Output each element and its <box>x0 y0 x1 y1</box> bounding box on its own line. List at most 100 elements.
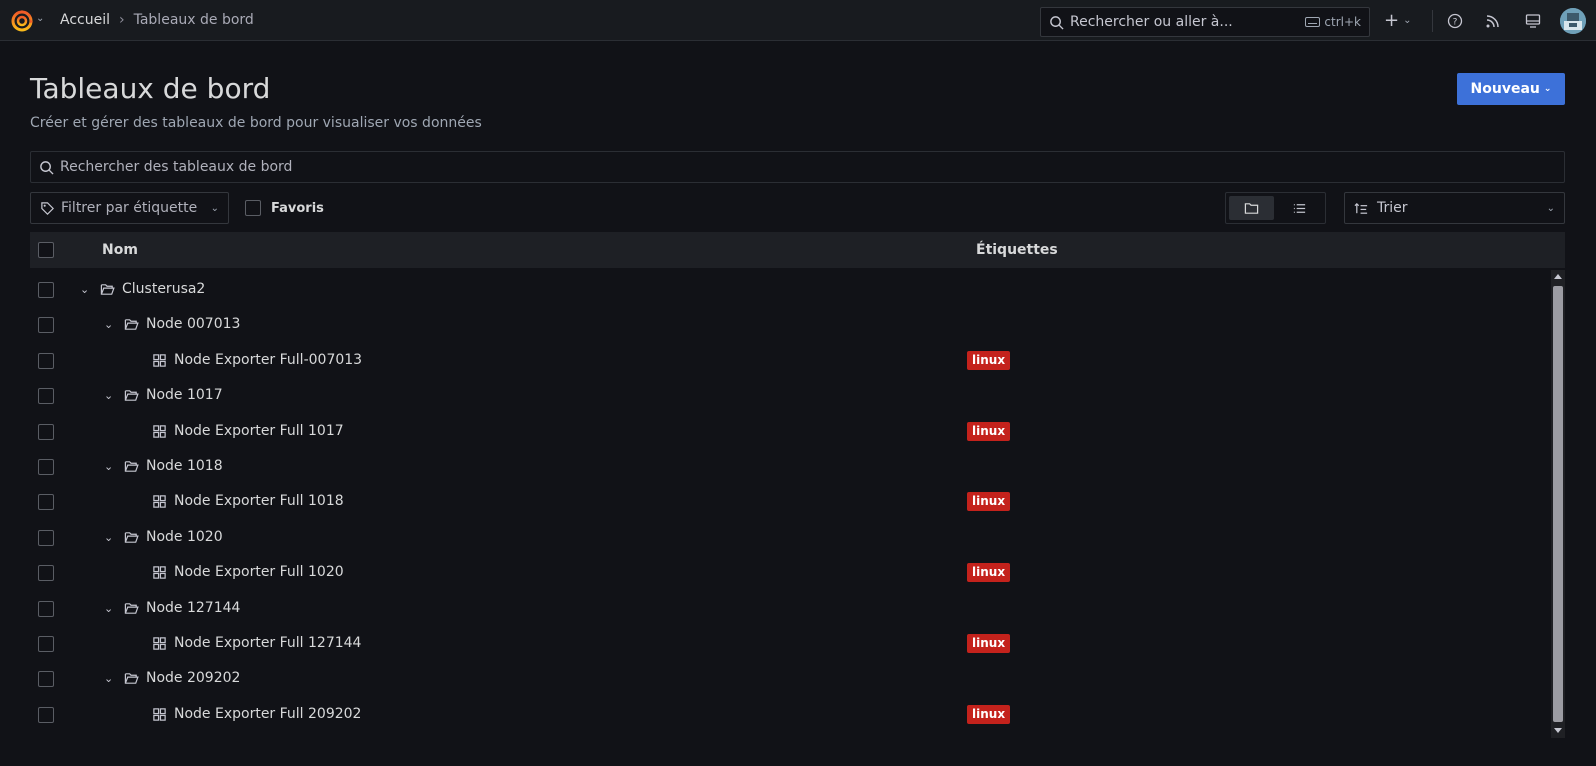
favorites-checkbox[interactable] <box>245 200 261 216</box>
dashboard-row[interactable]: Node Exporter Full-007013 linux <box>30 343 1550 379</box>
sort-placeholder: Trier <box>1377 200 1408 216</box>
chevron-down-icon: ⌄ <box>210 202 219 214</box>
tag-badge-linux[interactable]: linux <box>967 563 1011 583</box>
row-checkbox[interactable] <box>38 565 54 582</box>
row-checkbox[interactable] <box>38 671 54 688</box>
folder-open-icon <box>124 461 139 472</box>
breadcrumb-separator: › <box>119 12 125 28</box>
dashboard-grid-icon <box>153 637 166 650</box>
svg-text:?: ? <box>1453 18 1458 28</box>
dashboard-search-input[interactable]: Rechercher des tableaux de bord <box>30 151 1565 183</box>
dashboard-grid-icon <box>153 424 166 438</box>
folder-row[interactable]: ⌄ Node 1020 <box>30 520 1550 556</box>
new-dashboard-button[interactable]: Nouveau ⌄ <box>1457 73 1565 105</box>
dashboard-row[interactable]: Node Exporter Full 1020 linux <box>30 555 1550 591</box>
folder-view-button[interactable] <box>1229 196 1274 220</box>
expand-chevron-icon[interactable]: ⌄ <box>104 460 113 473</box>
kiosk-monitor-icon[interactable] <box>1524 12 1542 30</box>
sort-select[interactable]: Trier ⌄ <box>1344 192 1565 224</box>
dashboard-search-placeholder: Rechercher des tableaux de bord <box>60 159 293 175</box>
help-icon[interactable]: ? <box>1446 12 1464 30</box>
row-checkbox[interactable] <box>38 600 54 617</box>
row-checkbox[interactable] <box>38 423 54 440</box>
folder-row[interactable]: ⌄ Node 127144 <box>30 591 1550 627</box>
folder-open-icon <box>124 673 139 685</box>
folder-row[interactable]: ⌄ Node 209202 <box>30 661 1550 697</box>
scroll-up-arrow[interactable] <box>1554 274 1562 279</box>
favorites-filter[interactable]: Favoris <box>245 200 324 216</box>
tag-badge-linux[interactable]: linux <box>967 492 1011 512</box>
row-checkbox[interactable] <box>38 459 54 475</box>
folder-name-link[interactable]: Node 1020 <box>146 529 223 545</box>
dashboard-name-link[interactable]: Node Exporter Full 1020 <box>174 564 344 580</box>
list-view-button[interactable] <box>1278 196 1323 220</box>
expand-chevron-icon[interactable]: ⌄ <box>104 389 113 402</box>
folder-name-link[interactable]: Node 209202 <box>146 670 240 686</box>
folder-open-icon <box>100 284 115 295</box>
folder-row[interactable]: ⌄ Clusterusa2 <box>30 272 1550 308</box>
dashboard-name-link[interactable]: Node Exporter Full 127144 <box>174 635 361 651</box>
select-all-checkbox[interactable] <box>38 242 54 258</box>
expand-chevron-icon[interactable]: ⌄ <box>104 318 113 331</box>
folder-row[interactable]: ⌄ Node 1018 <box>30 449 1550 485</box>
column-header-name: Nom <box>102 242 138 258</box>
dashboard-name-link[interactable]: Node Exporter Full 209202 <box>174 706 361 722</box>
chevron-down-icon: ⌄ <box>1543 84 1552 94</box>
page-title: Tableaux de bord <box>30 72 271 105</box>
chevron-down-icon: ⌄ <box>1403 15 1412 26</box>
dashboard-name-link[interactable]: Node Exporter Full 1018 <box>174 493 344 509</box>
row-checkbox[interactable] <box>38 636 54 652</box>
global-search-input[interactable]: Rechercher ou aller à... ctrl+k <box>1040 7 1370 37</box>
tag-badge-linux[interactable]: linux <box>967 421 1011 441</box>
dashboard-grid-icon <box>153 354 166 367</box>
expand-chevron-icon[interactable]: ⌄ <box>104 672 113 685</box>
search-icon <box>1050 15 1064 30</box>
scrollbar-thumb[interactable] <box>1553 286 1563 722</box>
dashboard-row[interactable]: Node Exporter Full 127144 linux <box>30 626 1550 662</box>
folder-name-link[interactable]: Node 127144 <box>146 600 240 616</box>
top-bar: ⌄ Accueil › Tableaux de bord Rechercher … <box>0 0 1596 41</box>
row-checkbox[interactable] <box>38 529 54 546</box>
dashboard-row[interactable]: Node Exporter Full 1017 linux <box>30 414 1550 450</box>
tag-filter-select[interactable]: Filtrer par étiquette ⌄ <box>30 192 229 224</box>
scroll-down-arrow[interactable] <box>1554 728 1562 733</box>
dashboard-row[interactable]: Node Exporter Full 1018 linux <box>30 484 1550 520</box>
folder-open-icon <box>124 319 139 331</box>
folder-row[interactable]: ⌄ Node 1017 <box>30 378 1550 414</box>
chevron-down-icon: ⌄ <box>1546 202 1555 214</box>
tag-badge-linux[interactable]: linux <box>967 634 1011 653</box>
keyboard-shortcut-hint: ctrl+k <box>1305 15 1361 29</box>
row-checkbox[interactable] <box>38 494 54 511</box>
folder-name-link[interactable]: Node 1017 <box>146 387 223 403</box>
dashboard-name-link[interactable]: Node Exporter Full-007013 <box>174 352 362 368</box>
dashboard-name-link[interactable]: Node Exporter Full 1017 <box>174 423 344 439</box>
search-icon <box>40 160 54 175</box>
user-avatar[interactable] <box>1560 8 1586 34</box>
folder-icon <box>1244 202 1258 214</box>
expand-chevron-icon[interactable]: ⌄ <box>80 283 89 296</box>
breadcrumb: Accueil › Tableaux de bord <box>60 12 254 28</box>
add-new-button[interactable]: + ⌄ <box>1384 10 1411 31</box>
toolbar-divider <box>1432 10 1433 32</box>
table-header: Nom Étiquettes <box>30 232 1565 268</box>
row-checkbox[interactable] <box>38 352 54 369</box>
tag-badge-linux[interactable]: linux <box>967 350 1011 370</box>
chevron-down-icon[interactable]: ⌄ <box>36 13 44 24</box>
folder-row[interactable]: ⌄ Node 007013 <box>30 307 1550 343</box>
grafana-logo-icon[interactable] <box>10 9 34 33</box>
folder-name-link[interactable]: Node 007013 <box>146 316 240 332</box>
breadcrumb-home-link[interactable]: Accueil <box>60 12 110 28</box>
folder-name-link[interactable]: Node 1018 <box>146 458 223 474</box>
expand-chevron-icon[interactable]: ⌄ <box>104 602 113 615</box>
folder-open-icon <box>124 532 139 543</box>
news-rss-icon[interactable] <box>1484 12 1502 30</box>
tag-filter-placeholder: Filtrer par étiquette <box>61 200 198 216</box>
row-checkbox[interactable] <box>38 317 54 334</box>
tag-badge-linux[interactable]: linux <box>967 704 1011 724</box>
expand-chevron-icon[interactable]: ⌄ <box>104 531 113 544</box>
folder-name-link[interactable]: Clusterusa2 <box>122 281 205 297</box>
dashboard-row[interactable]: Node Exporter Full 209202 linux <box>30 697 1550 733</box>
row-checkbox[interactable] <box>38 282 54 298</box>
row-checkbox[interactable] <box>38 706 54 723</box>
row-checkbox[interactable] <box>38 388 54 405</box>
